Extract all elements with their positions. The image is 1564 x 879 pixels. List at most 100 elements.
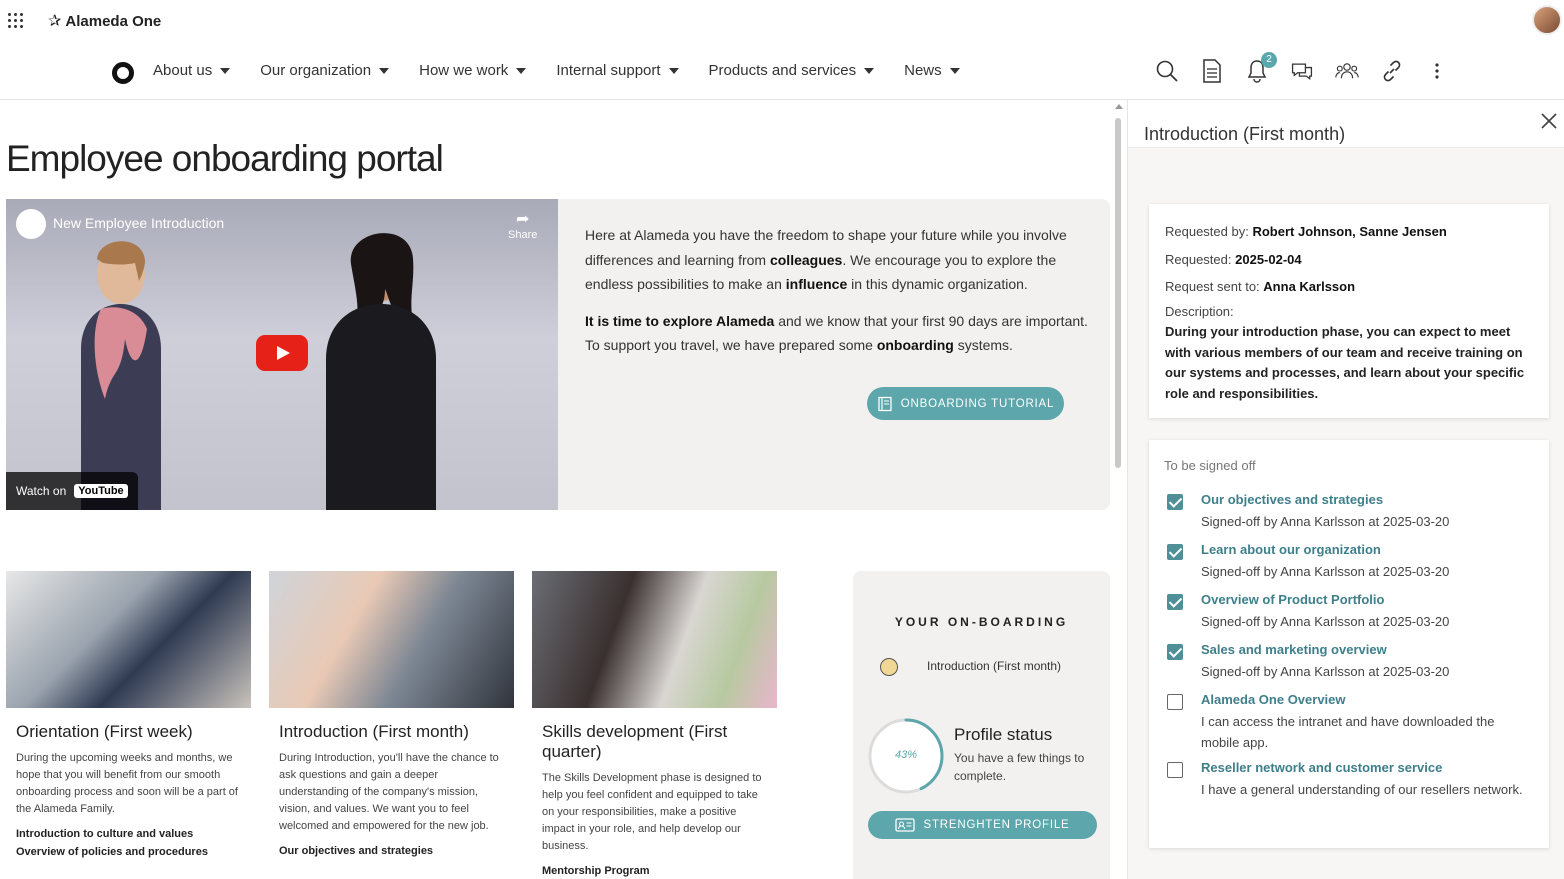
requested-date-row: Requested: 2025-02-04 [1165,252,1302,267]
signoff-checkbox[interactable] [1167,762,1183,778]
main-scrollbar[interactable] [1113,100,1123,879]
video-play-button[interactable] [256,335,308,371]
signoff-item-sub: I have a general understanding of our re… [1201,782,1523,797]
link-icon[interactable] [1380,58,1404,84]
signoff-item-title[interactable]: Alameda One Overview [1201,692,1346,707]
signoff-item-sub: I can access the intranet and have downl… [1201,714,1495,750]
card-link[interactable]: Overview of policies and procedures [16,846,241,858]
signoff-item-title[interactable]: Our objectives and strategies [1201,492,1383,507]
brand-name: Alameda One [65,12,162,30]
card-image [269,571,514,708]
card-text: The Skills Development phase is designed… [542,772,762,852]
strengthen-profile-button[interactable]: STRENGHTEN PROFILE [868,811,1097,839]
current-phase-link[interactable]: Introduction (First month) [927,659,1061,673]
card-title: Orientation (First week) [16,722,193,741]
chat-icon[interactable] [1290,58,1314,84]
card-link[interactable]: Introduction to culture and values [16,828,241,840]
caret-down-icon [949,67,960,74]
nav-item-about-us[interactable]: About us [153,62,231,79]
description-label: Description: [1165,304,1234,319]
strengthen-button-label: STRENGHTEN PROFILE [923,819,1070,831]
signoff-item-sub: Signed-off by Anna Karlsson at 2025-03-2… [1201,614,1450,629]
top-bar: ✰ Alameda One [0,0,1564,44]
requested-by-row: Requested by: Robert Johnson, Sanne Jens… [1165,224,1447,239]
signoff-checkbox[interactable] [1167,694,1183,710]
card-image [6,571,251,708]
card-image [532,571,777,708]
video-title[interactable]: New Employee Introduction [53,215,224,231]
nav-item-internal-support[interactable]: Internal support [556,62,679,79]
home-logo-icon[interactable] [112,62,134,84]
signoff-item-title[interactable]: Sales and marketing overview [1201,642,1387,657]
card-orientation[interactable]: Orientation (First week) During the upco… [6,571,251,864]
detail-panel: Introduction (First month) Requested by:… [1127,100,1564,879]
scroll-thumb[interactable] [1115,118,1121,468]
video-player[interactable]: New Employee Introduction ➦ Share Watch … [6,199,558,510]
signoff-item-sub: Signed-off by Anna Karlsson at 2025-03-2… [1201,664,1450,679]
video-person-left [81,241,161,510]
notification-badge: 2 [1261,52,1277,68]
card-skills-development[interactable]: Skills development (First quarter) The S… [532,571,777,879]
description-text: During your introduction phase, you can … [1165,324,1525,401]
signoff-checkbox[interactable] [1167,494,1183,510]
app-launcher-icon[interactable] [8,13,24,29]
onboarding-title: YOUR ON-BOARDING [894,615,1069,629]
youtube-logo-icon: YouTube [74,484,128,498]
nav-item-label: Internal support [556,62,661,79]
caret-down-icon [864,67,875,74]
panel-header: Introduction (First month) [1128,100,1564,148]
watch-on-youtube-link[interactable]: Watch on YouTube [6,472,138,510]
card-title: Introduction (First month) [279,722,469,741]
hero-section: New Employee Introduction ➦ Share Watch … [6,199,1110,510]
card-text: During the upcoming weeks and months, we… [16,752,238,815]
profile-status-title: Profile status [954,725,1053,744]
nav-item-news[interactable]: News [904,62,960,79]
bell-icon[interactable]: 2 [1245,52,1277,84]
video-share-button[interactable]: ➦ Share [508,209,537,241]
nav-item-label: Products and services [708,62,857,79]
card-links: Introduction to culture and values Overv… [16,828,241,858]
document-icon[interactable] [1200,58,1224,84]
scroll-up-arrow-icon[interactable] [1115,104,1123,109]
channel-avatar[interactable] [16,209,46,239]
nav-item-how-we-work[interactable]: How we work [419,62,527,79]
signoff-item-sub: Signed-off by Anna Karlsson at 2025-03-2… [1201,564,1450,579]
signoff-item-title[interactable]: Reseller network and customer service [1201,760,1442,775]
card-link[interactable]: Mentorship Program [542,865,767,877]
nav-item-our-organization[interactable]: Our organization [260,62,390,79]
brand-logo[interactable]: ✰ Alameda One [48,11,161,31]
page-title: Employee onboarding portal [6,138,444,179]
onboarding-widget: YOUR ON-BOARDING Introduction (First mon… [853,571,1110,879]
sent-to-row: Request sent to: Anna Karlsson [1165,279,1356,294]
nav-tools: 2 [1155,52,1449,84]
close-icon[interactable] [1540,112,1558,130]
card-link[interactable]: Our objectives and strategies [279,845,504,857]
caret-down-icon [220,67,231,74]
card-text: During Introduction, you'll have the cha… [279,752,499,832]
progress-percent: 43% [894,749,918,761]
hero-text: Here at Alameda you have the freedom to … [585,223,1090,370]
user-avatar[interactable] [1532,5,1562,35]
main-content: Employee onboarding portal New Employee … [0,100,1112,879]
signoff-checkbox[interactable] [1167,594,1183,610]
people-icon[interactable] [1335,58,1359,84]
request-details-card: Requested by: Robert Johnson, Sanne Jens… [1149,204,1549,418]
nav-item-products-and-services[interactable]: Products and services [709,62,875,79]
signoff-heading: To be signed off [1164,458,1256,473]
search-icon[interactable] [1155,58,1179,84]
hero-paragraph-2: It is time to explore Alameda and we kno… [585,312,1088,354]
brand-star-icon: ✰ [48,13,62,30]
book-icon [878,396,892,411]
hero-paragraph-1: Here at Alameda you have the freedom to … [585,227,1067,292]
caret-down-icon [379,67,390,74]
card-introduction[interactable]: Introduction (First month) During Introd… [269,571,514,863]
onboarding-tutorial-button[interactable]: ONBOARDING TUTORIAL [867,387,1064,420]
signoff-item-sub: Signed-off by Anna Karlsson at 2025-03-2… [1201,514,1450,529]
signoff-checkbox[interactable] [1167,644,1183,660]
signoff-item-title[interactable]: Learn about our organization [1201,542,1381,557]
nav-item-label: News [904,62,942,79]
signoff-item-title[interactable]: Overview of Product Portfolio [1201,592,1384,607]
video-person-right [326,233,436,510]
more-vertical-icon[interactable] [1425,58,1449,84]
signoff-checkbox[interactable] [1167,544,1183,560]
